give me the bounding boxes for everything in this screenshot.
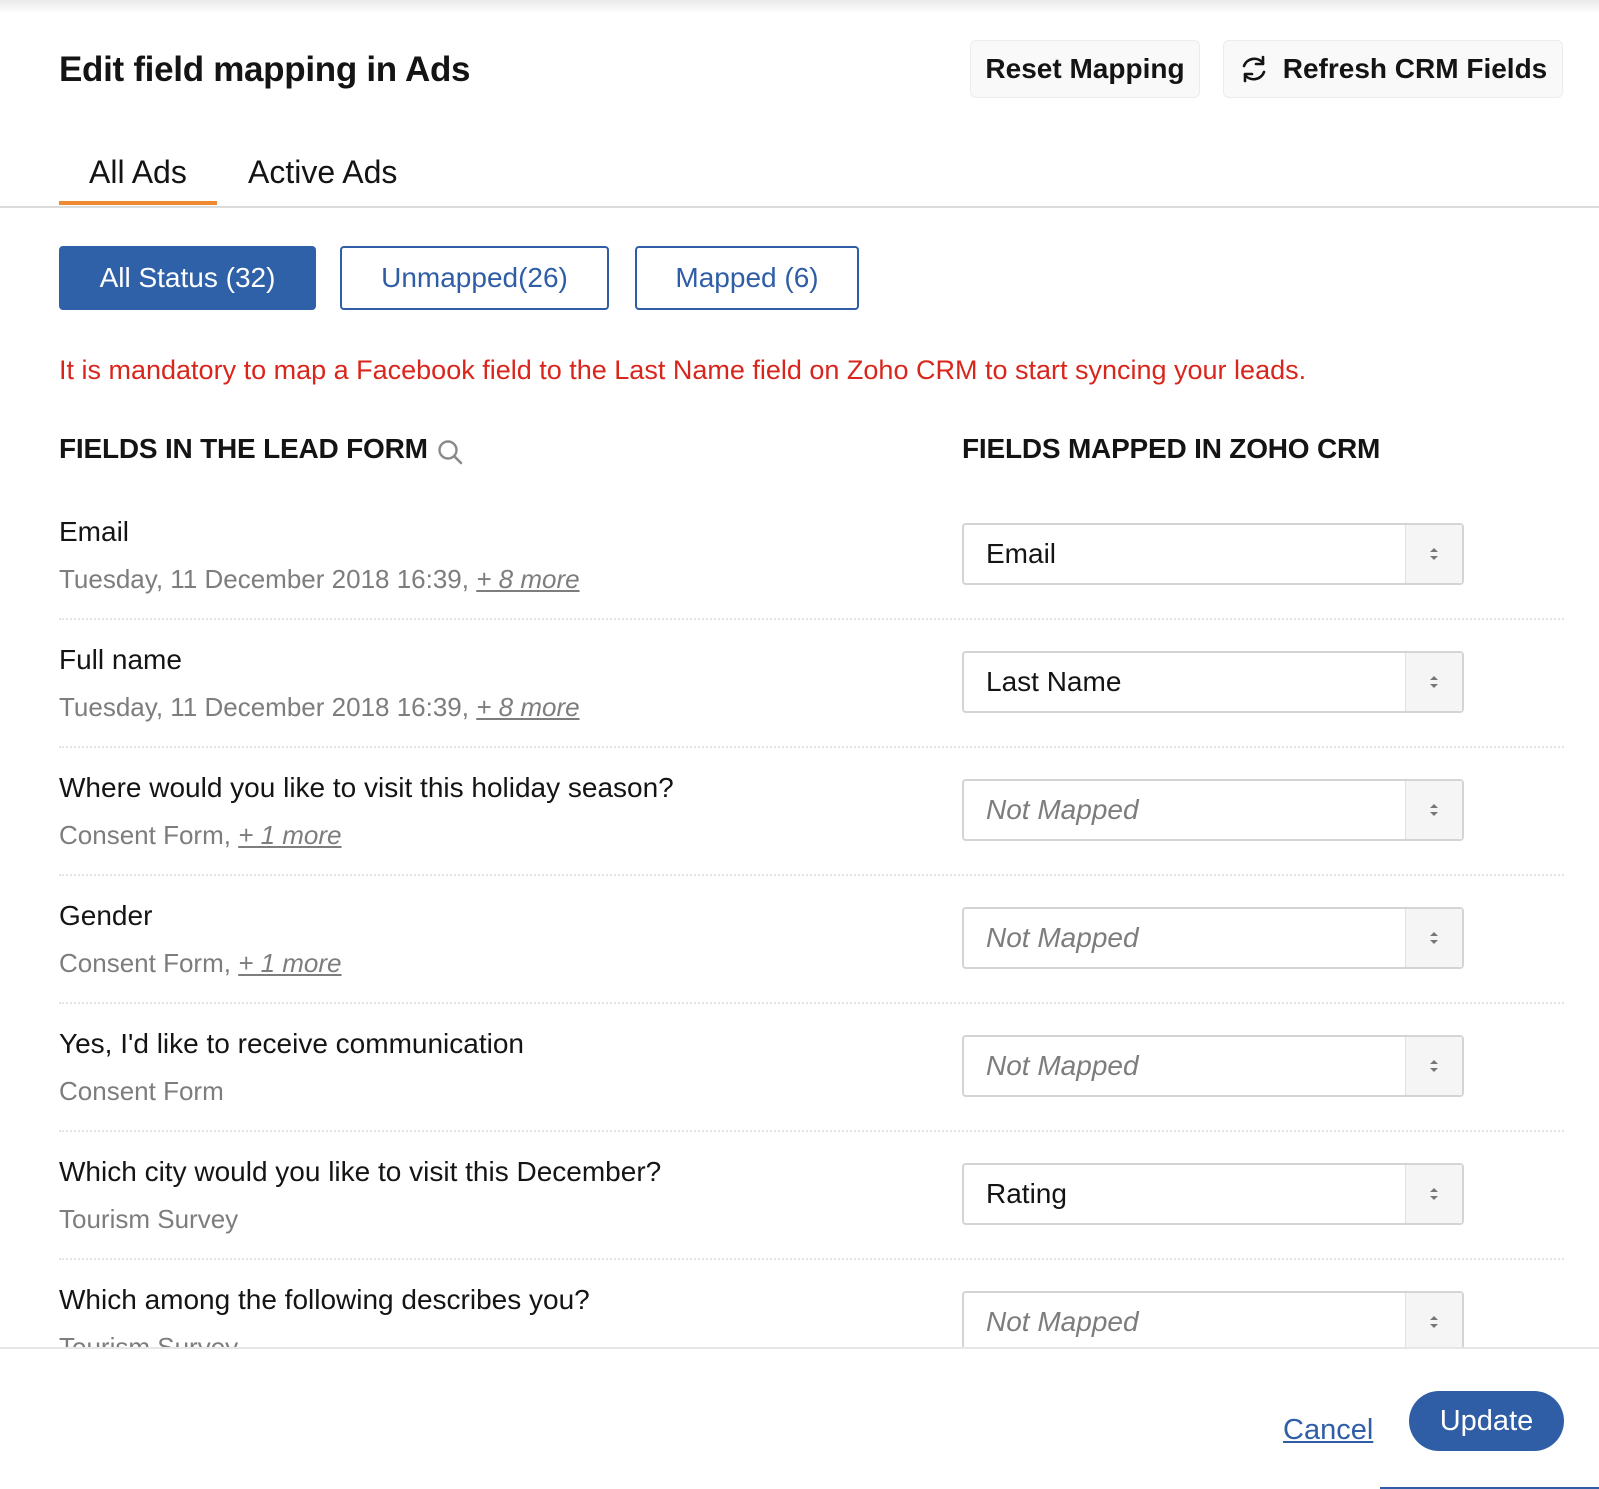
lead-field-source-text: Tuesday, 11 December 2018 16:39, [59,564,469,594]
more-forms-link[interactable]: + 1 more [238,948,341,978]
refresh-crm-fields-label: Refresh CRM Fields [1282,53,1548,84]
reset-mapping-label: Reset Mapping [985,53,1185,84]
lead-field-source: Tourism Survey [59,1204,238,1235]
crm-field-select[interactable]: Last Name [962,651,1464,713]
crm-field-select[interactable]: Not Mapped [962,1035,1464,1097]
lead-field-label: Where would you like to visit this holid… [59,772,674,803]
dialog-footer: Cancel Update [0,1347,1599,1489]
crm-field-select[interactable]: Not Mapped [962,1291,1464,1347]
crm-field-value: Last Name [986,666,1122,697]
crm-field-value: Not Mapped [986,922,1139,953]
crm-field-select[interactable]: Rating [962,1163,1464,1225]
lead-field-source-text: Consent Form [59,1076,224,1106]
select-arrows-icon [1405,909,1462,967]
mapping-row: Which among the following describes you?… [59,1258,1564,1347]
crm-field-select[interactable]: Email [962,523,1464,585]
lead-field-label: Full name [59,644,182,675]
filter-unmapped-button[interactable]: Unmapped(26) [340,246,609,310]
more-forms-link[interactable]: + 1 more [238,820,341,850]
refresh-icon [1242,55,1266,83]
lead-field-label: Gender [59,900,153,931]
select-arrows-icon [1405,781,1462,839]
cancel-link[interactable]: Cancel [1283,1414,1373,1447]
more-forms-link[interactable]: + 8 more [476,564,579,594]
lead-field-source: Tourism Survey [59,1332,238,1347]
select-arrows-icon [1405,653,1462,711]
mapping-row: Email Tuesday, 11 December 2018 16:39, +… [59,490,1564,620]
lead-field-label: Email [59,516,130,547]
update-button[interactable]: Update [1409,1391,1564,1451]
lead-field-source-text: Tourism Survey [59,1332,239,1347]
lead-field-source: Consent Form [59,1076,224,1107]
mapping-row: Where would you like to visit this holid… [59,746,1564,876]
crm-field-select[interactable]: Not Mapped [962,779,1464,841]
crm-field-value: Email [986,538,1057,569]
lead-field-label: Which city would you like to visit this … [59,1156,662,1187]
lead-form-fields-heading: FIELDS IN THE LEAD FORM [59,433,428,464]
crm-field-value: Not Mapped [986,794,1139,825]
lead-field-label: Which among the following describes you? [59,1284,590,1315]
lead-field-label: Yes, I'd like to receive communication [59,1028,524,1059]
more-forms-link[interactable]: + 8 more [476,692,579,722]
crm-field-value: Rating [986,1178,1067,1209]
mapping-row: Which city would you like to visit this … [59,1130,1564,1260]
search-icon[interactable] [436,438,464,466]
lead-field-source-text: Consent Form, [59,820,231,850]
mapping-row: Full name Tuesday, 11 December 2018 16:3… [59,618,1564,748]
refresh-crm-fields-button[interactable]: Refresh CRM Fields [1223,40,1563,98]
lead-field-source: Consent Form, + 1 more [59,820,342,851]
mapping-row: Yes, I'd like to receive communication C… [59,1002,1564,1132]
lead-field-source-text: Tourism Survey [59,1204,239,1234]
crm-field-value: Not Mapped [986,1306,1139,1337]
select-arrows-icon [1405,1165,1462,1223]
reset-mapping-button[interactable]: Reset Mapping [970,40,1200,98]
field-mapping-list: Email Tuesday, 11 December 2018 16:39, +… [0,490,1599,1347]
ads-tabs: All Ads Active Ads [0,140,1599,208]
select-arrows-icon [1405,1293,1462,1347]
crm-fields-heading: FIELDS MAPPED IN ZOHO CRM [962,433,1381,464]
selected-tab-indicator [59,201,217,205]
lead-field-source: Tuesday, 11 December 2018 16:39, + 8 mor… [59,692,580,723]
crm-field-value: Not Mapped [986,1050,1139,1081]
tab-all-ads[interactable]: All Ads [89,154,187,191]
filter-mapped-button[interactable]: Mapped (6) [635,246,859,310]
tab-active-ads[interactable]: Active Ads [248,154,397,191]
mapping-row: Gender Consent Form, + 1 more Not Mapped [59,874,1564,1004]
edit-field-mapping-dialog: Edit field mapping in Ads Reset Mapping … [0,0,1599,1489]
lead-field-source-text: Tuesday, 11 December 2018 16:39, [59,692,469,722]
lead-field-source: Tuesday, 11 December 2018 16:39, + 8 mor… [59,564,580,595]
mandatory-mapping-warning: It is mandatory to map a Facebook field … [59,355,1307,385]
page-title: Edit field mapping in Ads [59,50,471,89]
select-arrows-icon [1405,1037,1462,1095]
lead-field-source-text: Consent Form, [59,948,231,978]
select-arrows-icon [1405,525,1462,583]
lead-field-source: Consent Form, + 1 more [59,948,342,979]
filter-all-status-button[interactable]: All Status (32) [59,246,316,310]
crm-field-select[interactable]: Not Mapped [962,907,1464,969]
